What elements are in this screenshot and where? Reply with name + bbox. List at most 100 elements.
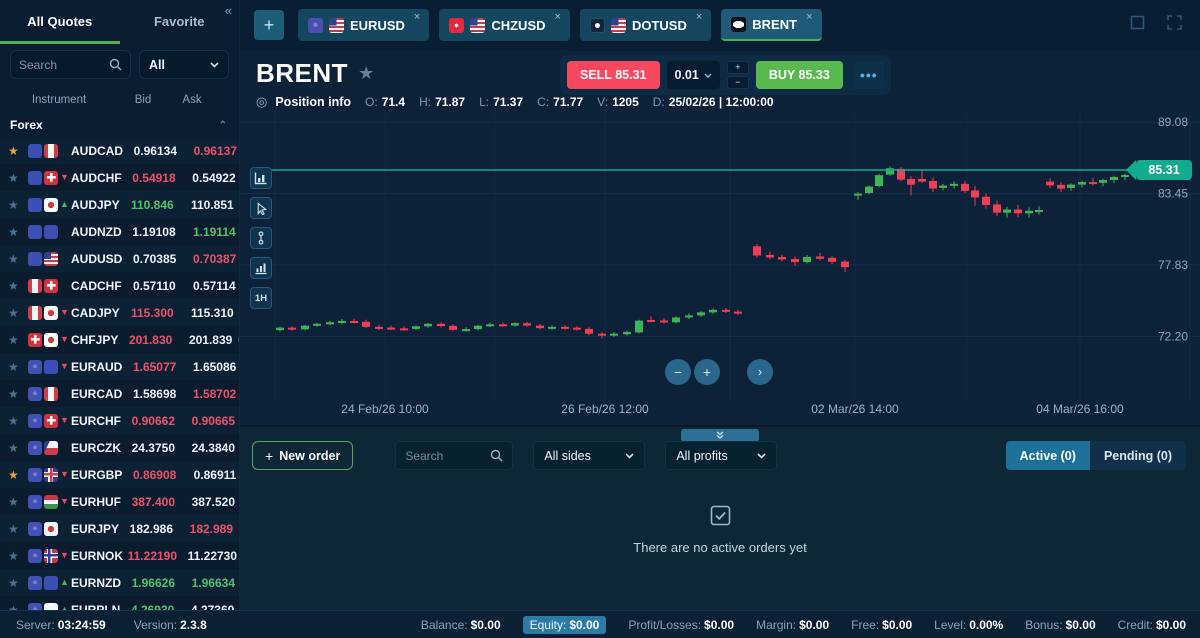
new-order-button[interactable]: + New order xyxy=(252,441,353,470)
layout-icon[interactable] xyxy=(1130,15,1145,30)
favorite-star-icon[interactable]: ★ xyxy=(8,603,28,611)
watchlist-search-input[interactable] xyxy=(19,58,109,72)
orders-search-input[interactable] xyxy=(405,449,483,463)
chart-tab[interactable]: BRENT × xyxy=(721,9,821,41)
quote-row[interactable]: ★ ▼ EURGBP 0.86908 0.86911 i xyxy=(0,461,239,488)
favorite-star-icon[interactable]: ★ xyxy=(8,144,28,158)
trend-arrow-icon: ▼ xyxy=(60,470,69,479)
quote-row[interactable]: ★ ▼ EURHUF 387.400 387.520 i xyxy=(0,488,239,515)
volume-decrease-button[interactable]: − xyxy=(727,76,749,89)
quote-row[interactable]: ★ ▼ EURCHF 0.90662 0.90665 i xyxy=(0,407,239,434)
quote-row[interactable]: ★ AUDNZD 1.19108 1.19114 i xyxy=(0,218,239,245)
quote-bid: 0.54918 xyxy=(122,171,176,185)
close-icon[interactable]: × xyxy=(555,11,561,23)
quote-row[interactable]: ★ ▲ AUDJPY 110.846 110.851 i xyxy=(0,191,239,218)
chevron-up-icon: ⌃ xyxy=(219,120,227,131)
favorite-star-icon[interactable]: ★ xyxy=(8,171,28,185)
search-icon xyxy=(490,449,503,462)
quote-ask: 0.54922 xyxy=(176,171,236,185)
quote-row[interactable]: ★ EURJPY 182.986 182.989 i xyxy=(0,515,239,542)
watchlist-search[interactable] xyxy=(10,50,131,79)
favorite-star-icon[interactable]: ★ xyxy=(8,441,28,455)
quote-row[interactable]: ★ EURCZK 24.3750 24.3840 i xyxy=(0,434,239,461)
sides-filter-select[interactable]: All sides xyxy=(533,441,645,470)
orders-search[interactable] xyxy=(395,441,513,470)
quote-row[interactable]: ★ AUDCAD 0.96134 0.96137 i xyxy=(0,137,239,164)
quote-symbol: AUDCHF xyxy=(69,171,122,185)
quote-row[interactable]: ★ ▼ EURNOK 11.22190 11.22730 i xyxy=(0,542,239,569)
quote-row[interactable]: ★ ▼ CADJPY 115.300 115.310 i xyxy=(0,299,239,326)
favorite-star-icon[interactable]: ★ xyxy=(8,252,28,266)
quote-row[interactable]: ★ CADCHF 0.57110 0.57114 i xyxy=(0,272,239,299)
flag-icon xyxy=(28,495,42,509)
favorite-star-icon[interactable]: ★ xyxy=(8,333,28,347)
tab-all-quotes[interactable]: All Quotes xyxy=(0,0,120,44)
more-options-button[interactable]: ••• xyxy=(854,61,884,89)
favorite-star-icon[interactable]: ★ xyxy=(8,549,28,563)
quote-bid: 1.65077 xyxy=(122,360,176,374)
quote-symbol: EURHUF xyxy=(69,495,121,509)
zoom-out-button[interactable]: − xyxy=(665,359,691,385)
quote-row[interactable]: ★ EURCAD 1.58698 1.58702 i xyxy=(0,380,239,407)
cursor-tool-button[interactable] xyxy=(250,197,272,219)
favorite-star-icon[interactable]: ★ xyxy=(8,306,28,320)
favorite-star-icon[interactable]: ★ xyxy=(8,495,28,509)
volume-select[interactable]: 0.01 xyxy=(667,61,720,89)
favorite-star-icon[interactable]: ★ xyxy=(358,63,374,84)
favorite-star-icon[interactable]: ★ xyxy=(8,387,28,401)
chart-type-button[interactable] xyxy=(250,167,272,189)
chart-tab[interactable]: DOTUSD × xyxy=(580,9,711,41)
quote-row[interactable]: ★ ▼ EURAUD 1.65077 1.65086 i xyxy=(0,353,239,380)
flag-icon xyxy=(28,360,42,374)
favorite-star-icon[interactable]: ★ xyxy=(8,414,28,428)
trend-arrow-icon: ▼ xyxy=(60,335,69,344)
tab-favorite[interactable]: Favorite xyxy=(120,0,240,44)
quote-bid: 0.57110 xyxy=(122,279,176,293)
quote-row[interactable]: ★ ▲ EURNZD 1.96626 1.96634 i xyxy=(0,569,239,596)
zoom-in-button[interactable]: + xyxy=(694,359,720,385)
tab-pending-orders[interactable]: Pending (0) xyxy=(1090,441,1186,470)
favorite-star-icon[interactable]: ★ xyxy=(8,360,28,374)
indicators-button[interactable] xyxy=(250,257,272,279)
measure-tool-button[interactable] xyxy=(250,227,272,249)
profits-filter-select[interactable]: All profits xyxy=(665,441,777,470)
position-info-icon[interactable]: ◎ xyxy=(256,94,267,110)
tab-active-orders[interactable]: Active (0) xyxy=(1006,441,1090,470)
quote-row[interactable]: ★ ▼ AUDCHF 0.54918 0.54922 i xyxy=(0,164,239,191)
fullscreen-icon[interactable] xyxy=(1167,15,1182,30)
favorite-star-icon[interactable]: ★ xyxy=(8,279,28,293)
collapse-sidebar-icon[interactable]: « xyxy=(225,3,232,18)
favorite-star-icon[interactable]: ★ xyxy=(8,198,28,212)
chart-tab[interactable]: EURUSD × xyxy=(298,9,429,41)
close-icon[interactable]: × xyxy=(806,11,812,23)
close-icon[interactable]: × xyxy=(696,11,702,23)
quote-row[interactable]: ★ AUDUSD 0.70385 0.70387 i xyxy=(0,245,239,272)
timeframe-button[interactable]: 1H xyxy=(250,287,272,309)
quote-symbol: EURCAD xyxy=(69,387,122,401)
favorite-star-icon[interactable]: ★ xyxy=(8,225,28,239)
favorite-star-icon[interactable]: ★ xyxy=(8,468,28,482)
chart-tab[interactable]: CHZUSD × xyxy=(439,9,570,41)
flag-icon xyxy=(28,522,42,536)
quote-row[interactable]: ★ ▼ CHFJPY 201.830 201.839 i xyxy=(0,326,239,353)
profits-filter-value: All profits xyxy=(676,449,727,463)
sell-button[interactable]: SELL 85.31 xyxy=(567,61,660,89)
flag-icon xyxy=(44,414,58,428)
close-icon[interactable]: × xyxy=(414,11,420,23)
scroll-forward-button[interactable]: › xyxy=(747,359,773,385)
buy-button[interactable]: BUY 85.33 xyxy=(756,61,843,89)
trend-arrow-icon: ▼ xyxy=(60,416,69,425)
instrument-type-select[interactable]: All xyxy=(139,50,229,79)
chart-panel: BRENT ★ SELL 85.31 0.01 + xyxy=(240,50,1200,425)
quote-row[interactable]: ★ ▲ EURPLN 4.26930 4.27360 i xyxy=(0,596,239,610)
group-forex[interactable]: Forex ⌃ xyxy=(0,113,239,137)
col-instrument: Instrument xyxy=(0,94,118,106)
favorite-star-icon[interactable]: ★ xyxy=(8,522,28,536)
svg-text:04 Mar/26 16:00: 04 Mar/26 16:00 xyxy=(1036,402,1124,416)
volume-increase-button[interactable]: + xyxy=(727,61,749,74)
measure-icon xyxy=(255,231,267,245)
quote-ask: 1.58702 xyxy=(176,387,236,401)
add-tab-button[interactable]: + xyxy=(254,10,284,40)
svg-text:26 Feb/26 12:00: 26 Feb/26 12:00 xyxy=(561,402,649,416)
favorite-star-icon[interactable]: ★ xyxy=(8,576,28,590)
